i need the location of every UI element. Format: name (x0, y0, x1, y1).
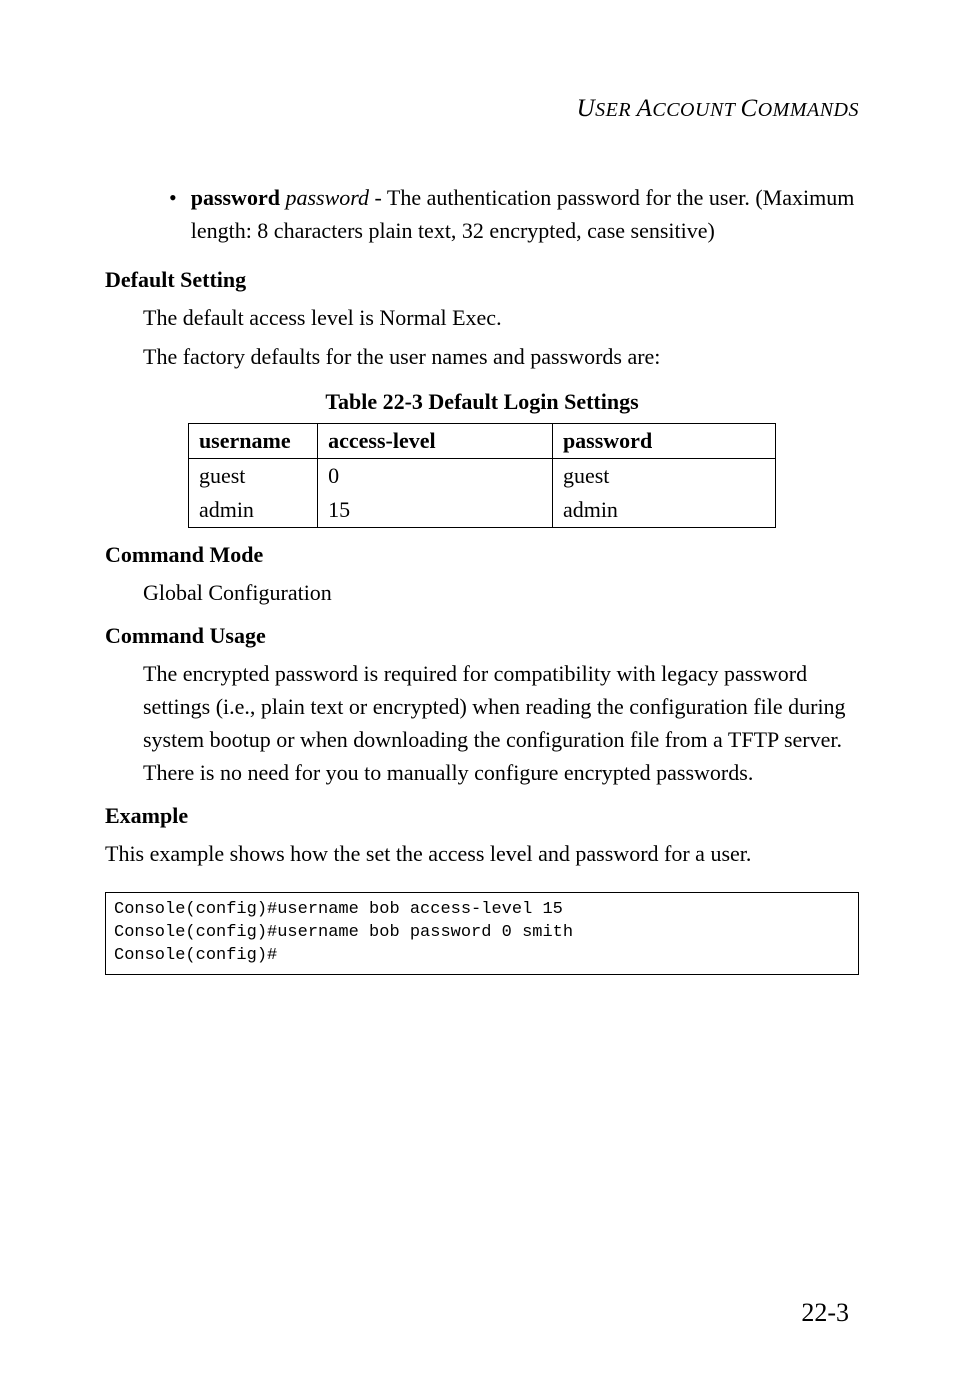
heading-command-usage: Command Usage (105, 623, 859, 649)
th-password: password (552, 424, 775, 459)
bullet-lead-italic: password (285, 185, 369, 210)
th-username: username (188, 424, 317, 459)
default-login-table: username access-level password guest 0 g… (188, 423, 776, 528)
command-usage-body: The encrypted password is required for c… (105, 657, 859, 789)
page-number: 22-3 (801, 1298, 849, 1328)
example-intro: This example shows how the set the acces… (105, 837, 859, 870)
running-header: USER ACCOUNT COMMANDS (105, 95, 859, 123)
console-output: Console(config)#username bob access-leve… (105, 892, 859, 975)
td-username: admin (188, 493, 317, 528)
default-setting-line2: The factory defaults for the user names … (105, 340, 859, 373)
table-row: guest 0 guest (188, 459, 775, 494)
td-password: guest (552, 459, 775, 494)
heading-example: Example (105, 803, 859, 829)
heading-command-mode: Command Mode (105, 542, 859, 568)
heading-default-setting: Default Setting (105, 267, 859, 293)
table-row: admin 15 admin (188, 493, 775, 528)
default-setting-line1: The default access level is Normal Exec. (105, 301, 859, 334)
table-header-row: username access-level password (188, 424, 775, 459)
td-access-level: 15 (318, 493, 553, 528)
bullet-text: password password - The authentication p… (191, 181, 859, 247)
td-username: guest (188, 459, 317, 494)
table-caption: Table 22-3 Default Login Settings (105, 389, 859, 415)
bullet-marker: • (169, 181, 191, 247)
th-access-level: access-level (318, 424, 553, 459)
bullet-password: • password password - The authentication… (105, 181, 859, 247)
command-mode-body: Global Configuration (105, 576, 859, 609)
bullet-lead-bold: password (191, 185, 280, 210)
td-password: admin (552, 493, 775, 528)
td-access-level: 0 (318, 459, 553, 494)
